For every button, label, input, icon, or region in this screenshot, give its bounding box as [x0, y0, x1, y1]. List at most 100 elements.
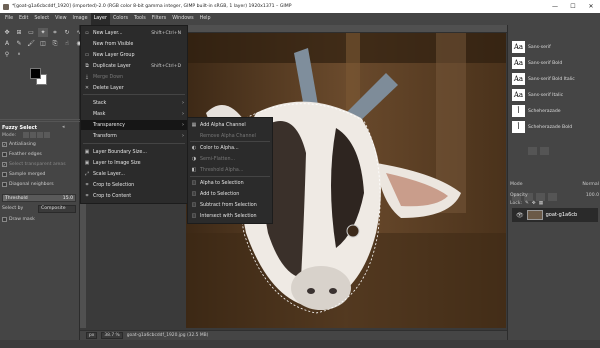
select-transparent-checkbox[interactable]: ✓ Select transparent areas [2, 162, 66, 167]
font-item[interactable]: Aa Sans-serif Italic [512, 88, 598, 102]
menu-item-label: Add to Selection [200, 191, 240, 197]
align-tool-icon[interactable]: ⊞ [14, 28, 24, 37]
menu-item-intersect-with-selection[interactable]: ◫ Intersect with Selection [188, 211, 272, 221]
eraser-tool-icon[interactable]: ◫ [38, 39, 48, 48]
menu-item-label: Color to Alpha... [200, 145, 239, 151]
draw-mask-checkbox[interactable]: Draw mask [2, 217, 35, 222]
tool-options-title: Fuzzy Select [2, 125, 37, 131]
opacity-label: Opacity [510, 193, 528, 198]
menu-image[interactable]: Image [70, 13, 91, 25]
smudge-tool-icon[interactable]: ☝ [62, 39, 72, 48]
menu-item-new-layer[interactable]: ▫ New Layer... Shift+Ctrl+N [81, 28, 187, 38]
menu-file[interactable]: File [2, 13, 16, 25]
menu-item-subtract-from-selection[interactable]: ◫ Subtract from Selection [188, 200, 272, 210]
add-alpha-icon: ▦ [191, 122, 197, 128]
menu-windows[interactable]: Windows [169, 13, 196, 25]
font-item[interactable]: ﺃ Scheherazade Bold [512, 120, 598, 134]
color-swatches[interactable] [30, 68, 56, 92]
menu-item-transparency[interactable]: Transparency › [81, 120, 187, 130]
subtract-mode-icon[interactable] [37, 132, 43, 138]
antialiasing-checkbox[interactable]: ✓ Antialiasing [2, 142, 36, 147]
intersect-mode-icon[interactable] [44, 132, 50, 138]
move-tool-icon[interactable]: ✥ [2, 28, 12, 37]
menu-item-scale-layer[interactable]: ⤢ Scale Layer... [81, 169, 187, 179]
opacity-value[interactable]: 100.0 [586, 193, 599, 198]
close-button[interactable]: ✕ [582, 0, 600, 13]
alpha-sel-icon: ◫ [191, 180, 197, 186]
lock-alpha-icon[interactable]: ▦ [539, 201, 543, 206]
foreground-color[interactable] [30, 68, 41, 79]
font-item[interactable]: ﺃ Scheherazade [512, 104, 598, 118]
menu-item-new-from-visible[interactable]: New from Visible [81, 39, 187, 49]
menu-item-merge-down[interactable]: ⤓ Merge Down [81, 72, 187, 82]
menu-item-stack[interactable]: Stack › [81, 98, 187, 108]
font-name: Scheherazade Bold [528, 124, 573, 130]
menu-item-layer-boundary-size[interactable]: ▣ Layer Boundary Size... [81, 147, 187, 157]
menu-filters[interactable]: Filters [149, 13, 169, 25]
menu-item-alpha-to-selection[interactable]: ◫ Alpha to Selection [188, 178, 272, 188]
menu-item-transform[interactable]: Transform › [81, 131, 187, 141]
replace-mode-icon[interactable] [23, 132, 29, 138]
unit-dropdown[interactable]: px [86, 332, 98, 339]
menu-help[interactable]: Help [197, 13, 214, 25]
menu-item-delete-layer[interactable]: ✕ Delete Layer [81, 83, 187, 93]
zoom-dropdown[interactable]: 38.7 % [101, 332, 123, 339]
lock-position-icon[interactable]: ✥ [532, 201, 536, 206]
diagonal-neighbors-checkbox[interactable]: Diagonal neighbors [2, 182, 54, 187]
font-name: Scheherazade [528, 108, 561, 114]
clone-tool-icon[interactable]: ⎘ [50, 39, 60, 48]
visibility-eye-icon[interactable]: 👁 [516, 212, 524, 219]
menu-item-mask[interactable]: Mask › [81, 109, 187, 119]
fuzzy-select-icon[interactable]: ✦ [38, 28, 48, 37]
menu-item-remove-alpha-channel[interactable]: Remove Alpha Channel [188, 131, 272, 141]
right-dock: Aa Sans-serif Aa Sans-serif Bold Aa Sans-se… [507, 25, 600, 340]
menu-select[interactable]: Select [31, 13, 52, 25]
toolbox-panel: ✥ ⊞ ▭ ✦ ⌗ ↻ ∿ A ✎ 🖌 ◫ ⎘ ☝ ◉ ⚲ ⚬ Fuzzy Se… [0, 25, 82, 340]
rect-select-icon[interactable]: ▭ [26, 28, 36, 37]
menu-item-crop-to-selection[interactable]: ⌗ Crop to Selection [81, 180, 187, 190]
menu-edit[interactable]: Edit [16, 13, 31, 25]
feather-edges-checkbox[interactable]: Feather edges [2, 152, 42, 157]
rotate-tool-icon[interactable]: ↻ [62, 28, 72, 37]
paint-tool-icon[interactable]: ✎ [14, 39, 24, 48]
menu-item-threshold-alpha[interactable]: ◧ Threshold Alpha... [188, 165, 272, 175]
text-tool-icon[interactable]: A [2, 39, 12, 48]
minimize-button[interactable]: — [546, 0, 564, 13]
menu-item-layer-to-image-size[interactable]: ▣ Layer to Image Size [81, 158, 187, 168]
sample-merged-checkbox[interactable]: Sample merged [2, 172, 45, 177]
menu-item-new-layer-group[interactable]: ▭ New Layer Group [81, 50, 187, 60]
add-mode-icon[interactable] [30, 132, 36, 138]
crop-tool-icon[interactable]: ⌗ [50, 28, 60, 37]
threshold-slider[interactable]: Threshold 15.0 [2, 194, 76, 202]
layer-item[interactable]: 👁 goat-g1a6cb [512, 208, 598, 222]
menu-colors[interactable]: Colors [110, 13, 131, 25]
lock-pixels-icon[interactable]: ✎ [525, 201, 529, 206]
menu-separator [83, 94, 185, 95]
select-by-dropdown[interactable]: Composite [38, 205, 76, 213]
font-refresh-icon[interactable] [528, 147, 537, 155]
menu-item-add-alpha-channel[interactable]: ▦ Add Alpha Channel [188, 120, 272, 130]
menu-view[interactable]: View [52, 13, 69, 25]
menu-item-semi-flatten[interactable]: ◑ Semi-Flatten... [188, 154, 272, 164]
flatten-icon: ◑ [191, 156, 197, 162]
menu-item-duplicate-layer[interactable]: ⧉ Duplicate Layer Shift+Ctrl+D [81, 61, 187, 71]
layer-mode-dropdown[interactable]: Normal [582, 182, 599, 187]
font-item[interactable]: Aa Sans-serif [512, 40, 598, 54]
to-image-icon: ▣ [84, 160, 90, 166]
menu-item-crop-to-content[interactable]: ⌗ Crop to Content [81, 191, 187, 201]
picker-tool-icon[interactable]: ⚲ [2, 50, 12, 59]
lock-row: Lock: ✎ ✥ ▦ [510, 201, 599, 206]
zoom-tool-icon[interactable]: ⚬ [14, 50, 24, 59]
menu-item-color-to-alpha[interactable]: ◐ Color to Alpha... [188, 143, 272, 153]
menu-item-add-to-selection[interactable]: ◫ Add to Selection [188, 189, 272, 199]
font-edit-icon[interactable] [540, 147, 549, 155]
menu-layer[interactable]: Layer [90, 13, 110, 25]
threshold-label: Threshold [5, 196, 28, 201]
font-item[interactable]: Aa Sans-serif Bold [512, 56, 598, 70]
brush-tool-icon[interactable]: 🖌 [26, 39, 36, 48]
maximize-button[interactable]: ☐ [564, 0, 582, 13]
menu-tools[interactable]: Tools [131, 13, 149, 25]
font-name: Sans-serif Bold Italic [528, 76, 575, 82]
font-item[interactable]: Aa Sans-serif Bold Italic [512, 72, 598, 86]
tool-options-menu-icon[interactable]: ◂ [62, 124, 65, 130]
